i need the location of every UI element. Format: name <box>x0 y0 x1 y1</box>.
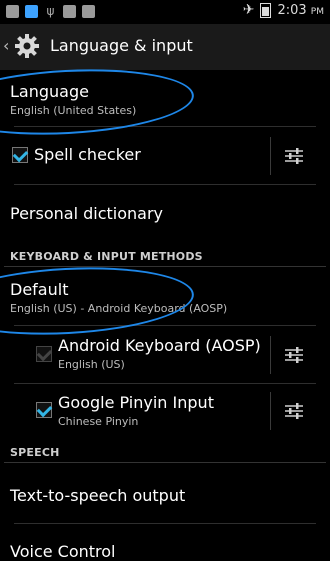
settings-gear-icon[interactable] <box>14 33 40 59</box>
voice-control-setting[interactable]: Voice Control <box>0 524 330 561</box>
tts-label: Text-to-speech output <box>10 486 186 505</box>
page-title: Language & input <box>50 36 193 55</box>
pinyin-checkbox[interactable] <box>36 402 52 418</box>
notification-icon <box>63 5 76 18</box>
section-header-keyboard: KEYBOARD & INPUT METHODS <box>10 250 203 263</box>
pinyin-title: Google Pinyin Input <box>58 393 214 412</box>
vertical-separator <box>270 336 271 374</box>
personal-dictionary-label: Personal dictionary <box>10 204 163 223</box>
section-header-speech: SPEECH <box>10 446 60 459</box>
notification-icon <box>6 5 19 18</box>
airplane-mode-icon: ✈ <box>242 2 255 18</box>
spell-checker-setting[interactable]: Spell checker <box>0 127 330 184</box>
spell-checker-label: Spell checker <box>34 145 141 164</box>
status-bar: ψ ✈ 2:03 PM <box>0 0 330 24</box>
vertical-separator <box>270 137 271 175</box>
clock-ampm: PM <box>310 6 324 17</box>
tts-setting[interactable]: Text-to-speech output <box>0 463 330 523</box>
spell-checker-checkbox[interactable] <box>12 147 28 163</box>
usb-icon: ψ <box>46 4 55 18</box>
personal-dictionary-setting[interactable]: Personal dictionary <box>0 185 330 243</box>
settings-sliders-icon[interactable] <box>284 346 304 364</box>
vertical-separator <box>270 392 271 430</box>
notification-icon <box>82 5 95 18</box>
notification-icon <box>25 5 38 18</box>
android-keyboard-checkbox[interactable] <box>36 346 52 362</box>
clock: 2:03 <box>277 2 307 18</box>
android-keyboard-summary: English (US) <box>58 358 125 371</box>
notification-icons: ψ <box>6 5 95 18</box>
settings-sliders-icon[interactable] <box>284 402 304 420</box>
settings-sliders-icon[interactable] <box>284 147 304 165</box>
battery-icon <box>260 2 272 18</box>
back-chevron-icon[interactable]: ‹ <box>3 36 9 55</box>
action-bar: ‹ Language & input <box>0 24 330 70</box>
pinyin-summary: Chinese Pinyin <box>58 415 139 428</box>
keyboard-item-pinyin[interactable]: Google Pinyin Input Chinese Pinyin <box>0 384 330 438</box>
android-keyboard-title: Android Keyboard (AOSP) <box>58 336 261 355</box>
voice-control-label: Voice Control <box>10 542 116 561</box>
